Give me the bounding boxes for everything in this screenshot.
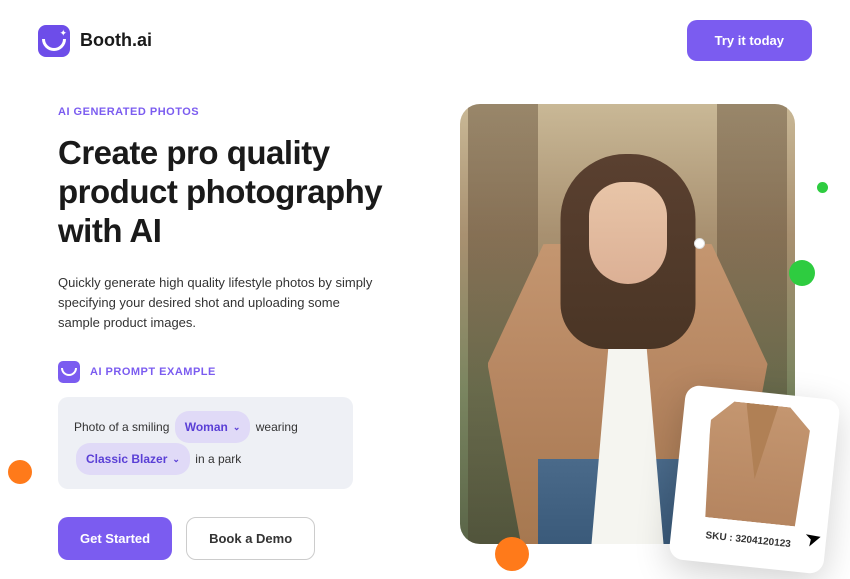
prompt-box: Photo of a smiling Woman⌄ wearing Classi…	[58, 397, 353, 489]
logo-icon: ✦	[38, 25, 70, 57]
eyebrow: AI GENERATED PHOTOS	[58, 106, 408, 118]
prompt-label-text: AI PROMPT EXAMPLE	[90, 366, 216, 378]
decorative-dot	[817, 182, 828, 193]
product-thumbnail	[684, 398, 827, 536]
try-today-button[interactable]: Try it today	[687, 20, 812, 61]
decorative-dot	[694, 238, 705, 249]
subheadline: Quickly generate high quality lifestyle …	[58, 273, 378, 333]
decorative-dot	[789, 260, 815, 286]
prompt-text-2: wearing	[256, 420, 298, 434]
logo[interactable]: ✦ Booth.ai	[38, 25, 152, 57]
prompt-chip-blazer[interactable]: Classic Blazer⌄	[76, 443, 190, 475]
get-started-button[interactable]: Get Started	[58, 517, 172, 560]
book-demo-button[interactable]: Book a Demo	[186, 517, 315, 560]
brand-name: Booth.ai	[80, 30, 152, 51]
prompt-text-3: in a park	[195, 452, 241, 466]
prompt-example-label: AI PROMPT EXAMPLE	[58, 361, 408, 383]
prompt-icon	[58, 361, 80, 383]
chevron-down-icon: ⌄	[233, 418, 241, 436]
headline: Create pro quality product photography w…	[58, 134, 408, 251]
decorative-dot	[8, 460, 32, 484]
prompt-chip-woman[interactable]: Woman⌄	[175, 411, 251, 443]
prompt-text-1: Photo of a smiling	[74, 420, 169, 434]
chevron-down-icon: ⌄	[172, 450, 180, 468]
decorative-dot	[495, 537, 529, 571]
